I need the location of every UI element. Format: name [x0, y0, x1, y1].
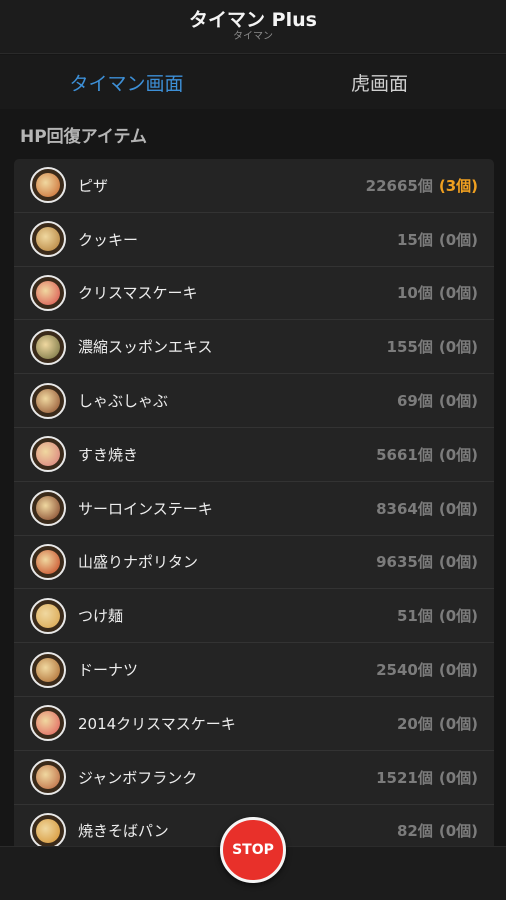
- turtle-extract-icon: [30, 328, 66, 365]
- item-owned-count: (0個): [438, 284, 478, 303]
- item-owned-count: (0個): [438, 553, 478, 572]
- item-name: ジャンボフランク: [78, 768, 198, 787]
- item-count: 82個: [396, 822, 433, 841]
- list-item[interactable]: ジャンボフランク 1521個 (0個): [14, 751, 494, 805]
- item-owned-count: (0個): [438, 822, 478, 841]
- steak-icon: [30, 490, 66, 527]
- cookie-icon: [30, 221, 66, 258]
- shabu-shabu-icon: [30, 382, 66, 419]
- item-count: 69個: [396, 392, 433, 411]
- list-item[interactable]: サーロインステーキ 8364個 (0個): [14, 482, 494, 536]
- christmas-cake-2014-icon: [30, 705, 66, 742]
- tab-bar: タイマン画面 虎画面: [0, 55, 506, 109]
- hp-item-list: ピザ 22665個 (3個) クッキー 15個 (0個) クリスマスケーキ 10個 (0個) 濃縮…: [14, 159, 494, 859]
- item-owned-count: (0個): [438, 661, 478, 680]
- list-item[interactable]: 濃縮スッポンエキス 155個 (0個): [14, 320, 494, 375]
- frank-sausage-icon: [30, 759, 66, 796]
- item-name: クッキー: [78, 230, 139, 249]
- item-owned-count: (0個): [438, 445, 478, 464]
- item-name: 2014クリスマスケーキ: [78, 714, 236, 733]
- christmas-cake-icon: [30, 274, 66, 311]
- item-name: 山盛りナポリタン: [78, 553, 199, 572]
- list-item[interactable]: 山盛りナポリタン 9635個 (0個): [14, 536, 494, 590]
- yakisoba-bread-icon: [30, 812, 66, 849]
- item-count: 20個: [396, 714, 433, 733]
- section-title: HP回復アイテム: [20, 127, 147, 147]
- item-name: しゃぶしゃぶ: [78, 392, 169, 411]
- app-subtitle: タイマン: [233, 31, 273, 42]
- list-item[interactable]: ドーナツ 2540個 (0個): [14, 643, 494, 697]
- item-owned-count: (0個): [438, 338, 478, 357]
- tab-tora-screen[interactable]: 虎画面: [253, 55, 506, 109]
- item-name: ドーナツ: [78, 661, 139, 680]
- list-item[interactable]: クリスマスケーキ 10個 (0個): [14, 267, 494, 321]
- item-count: 22665個: [365, 176, 433, 195]
- item-count: 15個: [396, 230, 433, 249]
- item-name: すき焼き: [78, 445, 139, 464]
- list-item[interactable]: つけ麺 51個 (0個): [14, 589, 494, 644]
- item-name: サーロインステーキ: [78, 499, 213, 518]
- list-item[interactable]: すき焼き 5661個 (0個): [14, 428, 494, 482]
- item-name: ピザ: [78, 176, 109, 195]
- list-item[interactable]: しゃぶしゃぶ 69個 (0個): [14, 374, 494, 428]
- tab-taiman-screen[interactable]: タイマン画面: [0, 55, 253, 109]
- item-name: つけ麺: [78, 607, 124, 626]
- tsukemen-icon: [30, 597, 66, 634]
- list-item[interactable]: 2014クリスマスケーキ 20個 (0個): [14, 697, 494, 751]
- title-bar: タイマン Plus タイマン: [0, 0, 506, 54]
- item-owned-count: (0個): [438, 499, 478, 518]
- item-owned-count: (0個): [438, 768, 478, 787]
- list-item[interactable]: クッキー 15個 (0個): [14, 213, 494, 267]
- app-title: タイマン Plus: [189, 9, 317, 31]
- item-owned-count: (0個): [438, 230, 478, 249]
- item-owned-count: (0個): [438, 392, 478, 411]
- item-count: 155個: [386, 338, 433, 357]
- item-owned-count: (0個): [438, 607, 478, 626]
- item-count: 9635個: [376, 553, 433, 572]
- pizza-icon: [30, 167, 66, 204]
- item-owned-count: (0個): [438, 714, 478, 733]
- item-name: 濃縮スッポンエキス: [78, 338, 213, 357]
- napolitan-icon: [30, 543, 66, 580]
- donut-icon: [30, 651, 66, 688]
- item-name: クリスマスケーキ: [78, 284, 198, 303]
- item-count: 2540個: [376, 661, 433, 680]
- item-count: 10個: [396, 284, 433, 303]
- item-count: 8364個: [376, 499, 433, 518]
- list-item[interactable]: ピザ 22665個 (3個): [14, 159, 494, 213]
- item-count: 51個: [396, 607, 433, 626]
- item-count: 1521個: [376, 768, 433, 787]
- stop-button[interactable]: STOP: [220, 817, 286, 883]
- sukiyaki-icon: [30, 436, 66, 473]
- item-owned-count: (3個): [438, 176, 478, 195]
- item-count: 5661個: [376, 445, 433, 464]
